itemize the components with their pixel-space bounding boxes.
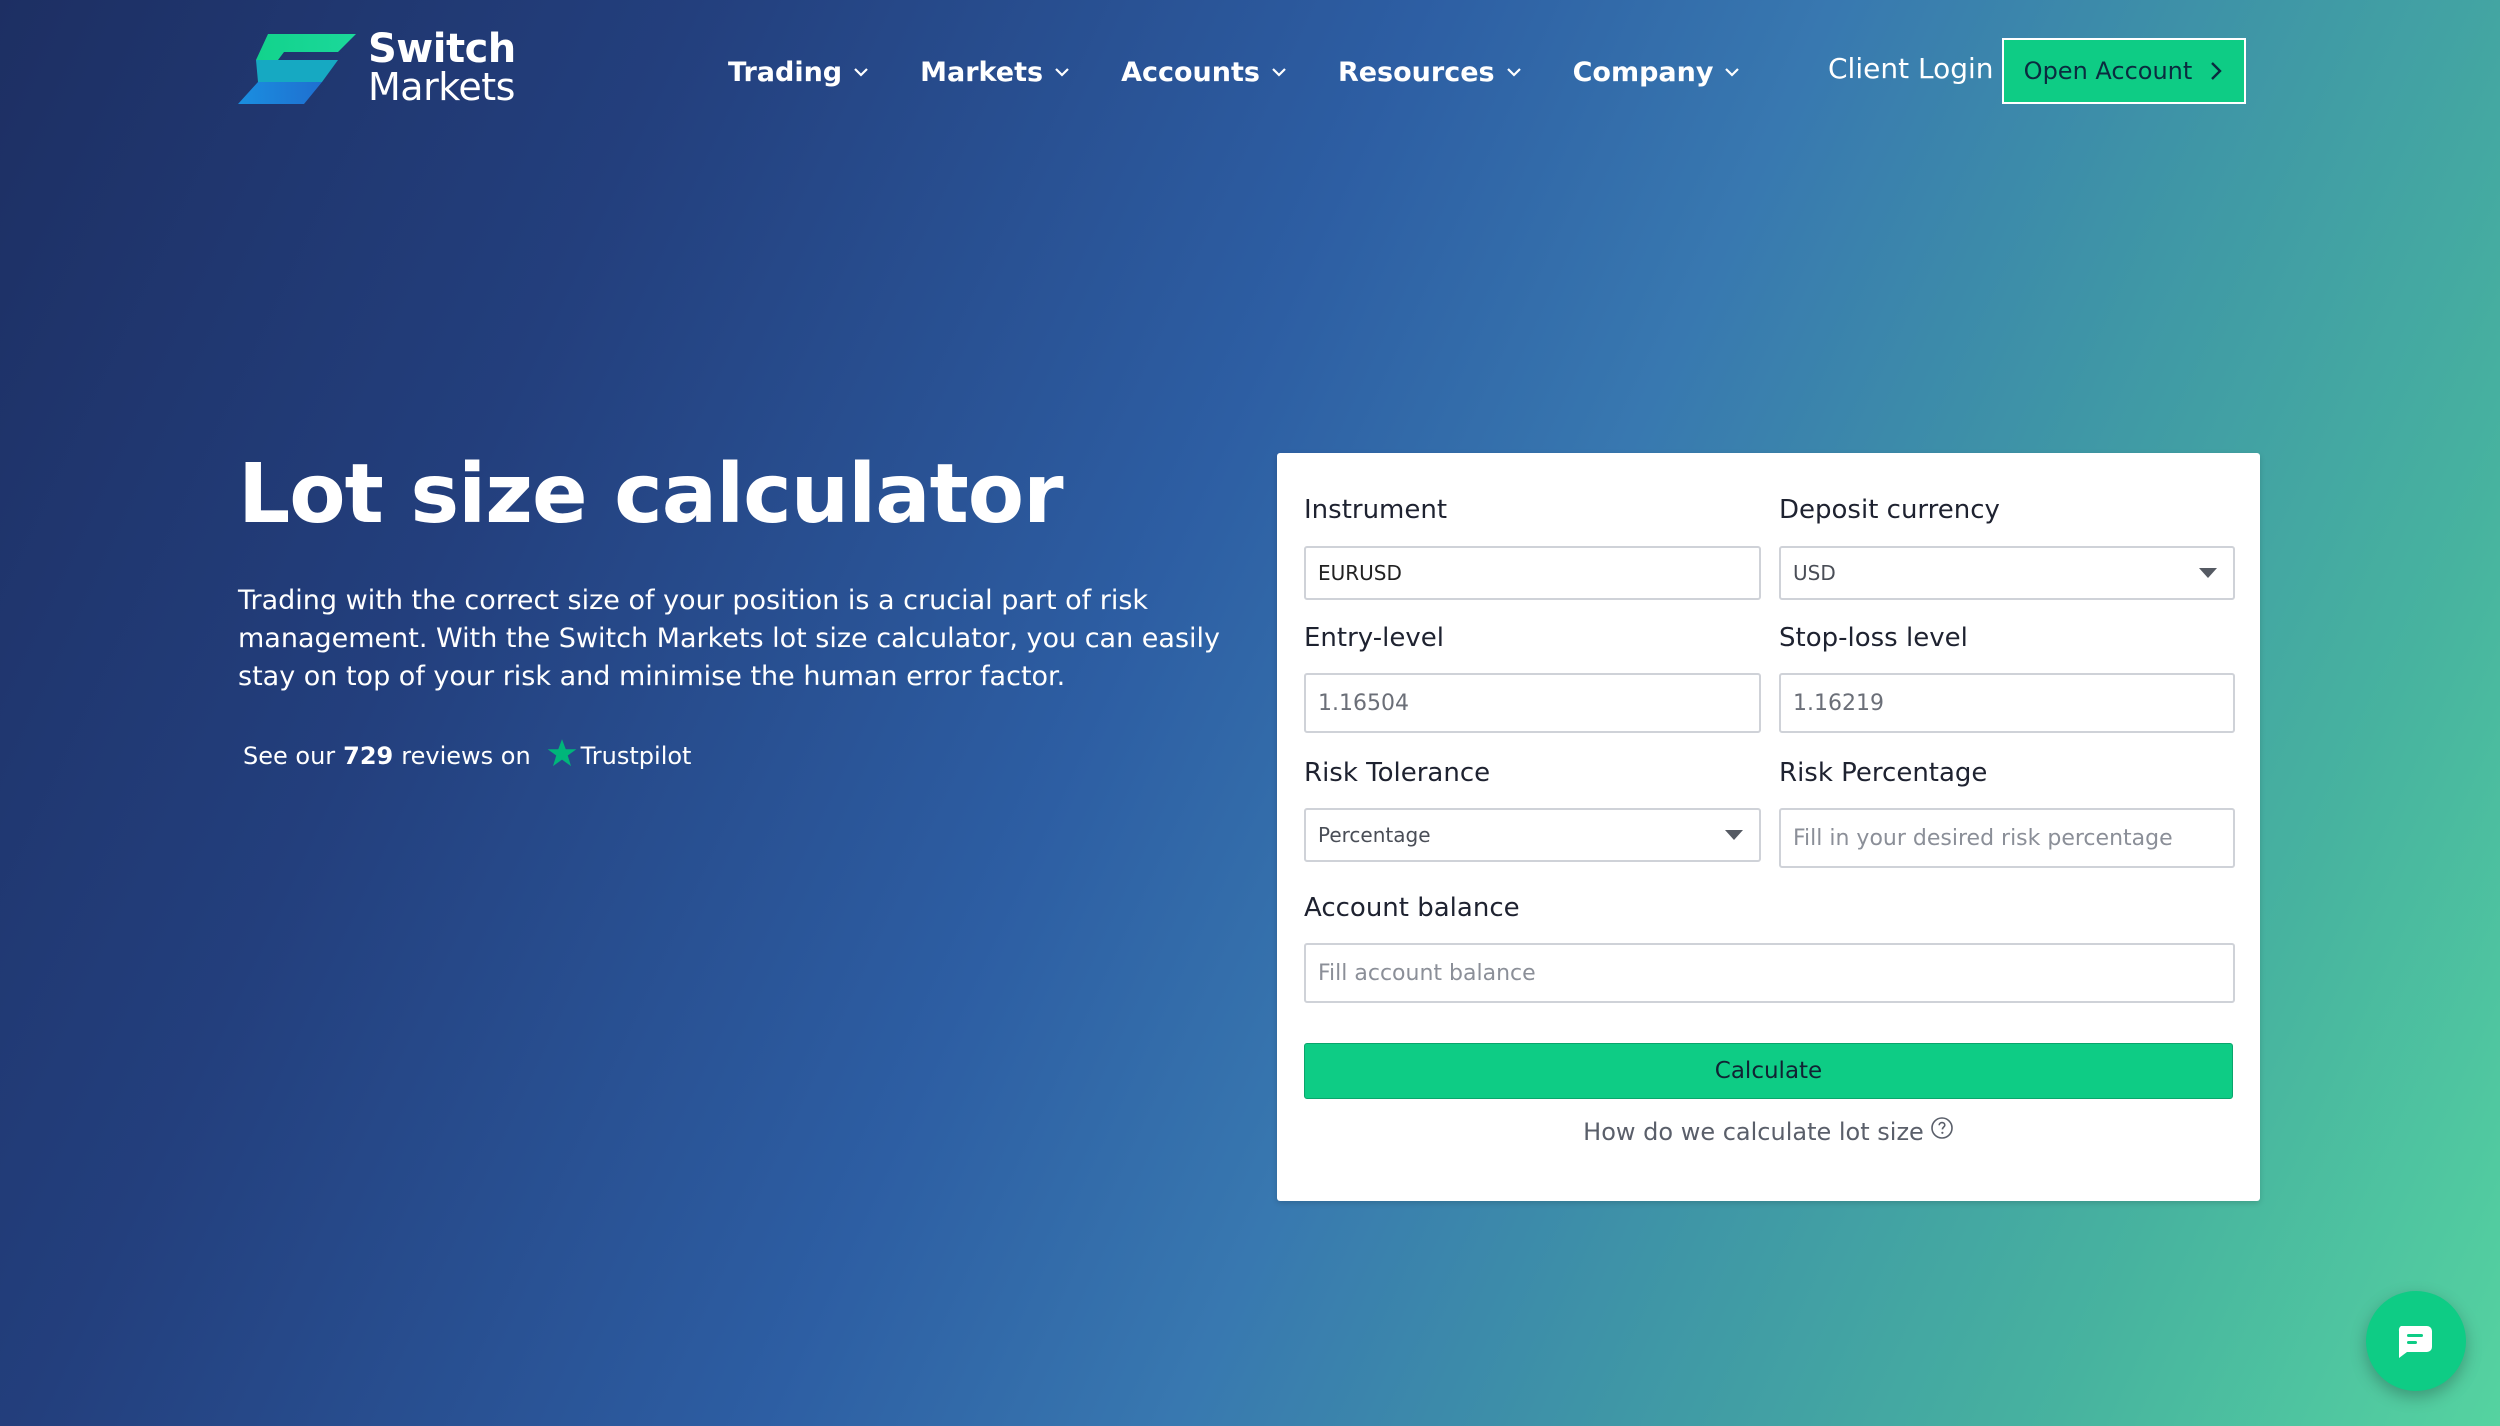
entry-level-input[interactable]: [1304, 673, 1761, 733]
chevron-right-icon: [2211, 62, 2223, 80]
main-nav: Trading Markets Accounts Resources Compa…: [728, 48, 1791, 96]
risk-tolerance-select[interactable]: Percentage: [1304, 808, 1761, 862]
instrument-input[interactable]: [1304, 546, 1761, 600]
risk-percentage-input[interactable]: [1779, 808, 2235, 868]
client-login-link[interactable]: Client Login: [1828, 52, 1994, 85]
star-icon: [547, 739, 577, 767]
hero-description: Trading with the correct size of your po…: [238, 585, 1220, 692]
logo-word-markets: Markets: [368, 65, 515, 109]
nav-item-label: Trading: [728, 56, 843, 88]
account-balance-label: Account balance: [1304, 893, 1520, 923]
trustpilot-brand: Trustpilot: [580, 742, 692, 770]
how-we-calculate-link[interactable]: How do we calculate lot size: [1277, 1117, 2260, 1146]
instrument-label: Instrument: [1304, 495, 1448, 525]
chevron-down-icon: [1272, 68, 1286, 77]
trustpilot-suffix: reviews on: [401, 742, 531, 770]
open-account-button[interactable]: Open Account: [2002, 38, 2246, 104]
nav-item-accounts[interactable]: Accounts: [1121, 57, 1288, 88]
chevron-down-icon: [854, 68, 868, 77]
nav-item-markets[interactable]: Markets: [920, 57, 1071, 88]
open-account-label: Open Account: [2023, 57, 2193, 85]
switch-markets-logo[interactable]: Switch Markets: [238, 26, 518, 110]
logo-mark-icon: [238, 34, 356, 104]
nav-item-label: Company: [1572, 56, 1714, 88]
caret-down-icon: [2199, 568, 2217, 578]
trustpilot-review-count: 729: [343, 742, 394, 770]
page-title: Lot size calculator: [238, 447, 1064, 542]
stop-loss-label: Stop-loss level: [1779, 623, 1968, 653]
nav-item-company[interactable]: Company: [1573, 57, 1742, 88]
chevron-down-icon: [1725, 68, 1740, 77]
trustpilot-prefix: See our: [243, 742, 336, 770]
entry-level-label: Entry-level: [1304, 623, 1444, 653]
deposit-currency-label: Deposit currency: [1779, 495, 2000, 525]
chat-launcher-button[interactable]: [2366, 1291, 2466, 1391]
nav-item-label: Markets: [920, 56, 1044, 88]
nav-item-resources[interactable]: Resources: [1338, 57, 1523, 88]
risk-tolerance-value: Percentage: [1318, 823, 1431, 847]
trustpilot-reviews[interactable]: See our 729 reviews on Trustpilot: [243, 738, 691, 774]
chevron-down-icon: [1055, 68, 1069, 77]
logo-wordmark: Switch Markets: [368, 26, 516, 109]
chevron-down-icon: [1506, 68, 1521, 77]
deposit-currency-select[interactable]: USD: [1779, 546, 2235, 600]
nav-item-trading[interactable]: Trading: [728, 57, 870, 88]
risk-tolerance-label: Risk Tolerance: [1304, 758, 1491, 788]
deposit-currency-value: USD: [1793, 561, 1836, 585]
site-header: Switch Markets Trading Markets Accounts …: [0, 0, 2500, 145]
risk-percentage-label: Risk Percentage: [1779, 758, 1988, 788]
lot-size-calculator-form: Instrument Deposit currency USD Entry-le…: [1277, 453, 2260, 1201]
calculate-button[interactable]: Calculate: [1304, 1043, 2233, 1099]
caret-down-icon: [1725, 830, 1743, 840]
account-balance-input[interactable]: [1304, 943, 2235, 1003]
nav-item-label: Accounts: [1121, 56, 1260, 88]
how-we-calculate-label: How do we calculate lot size: [1583, 1118, 1924, 1146]
question-circle-icon: [1931, 1117, 1953, 1139]
chat-icon: [2398, 1326, 2432, 1358]
logo-word-switch: Switch: [368, 26, 516, 72]
nav-item-label: Resources: [1337, 56, 1495, 88]
stop-loss-input[interactable]: [1779, 673, 2235, 733]
